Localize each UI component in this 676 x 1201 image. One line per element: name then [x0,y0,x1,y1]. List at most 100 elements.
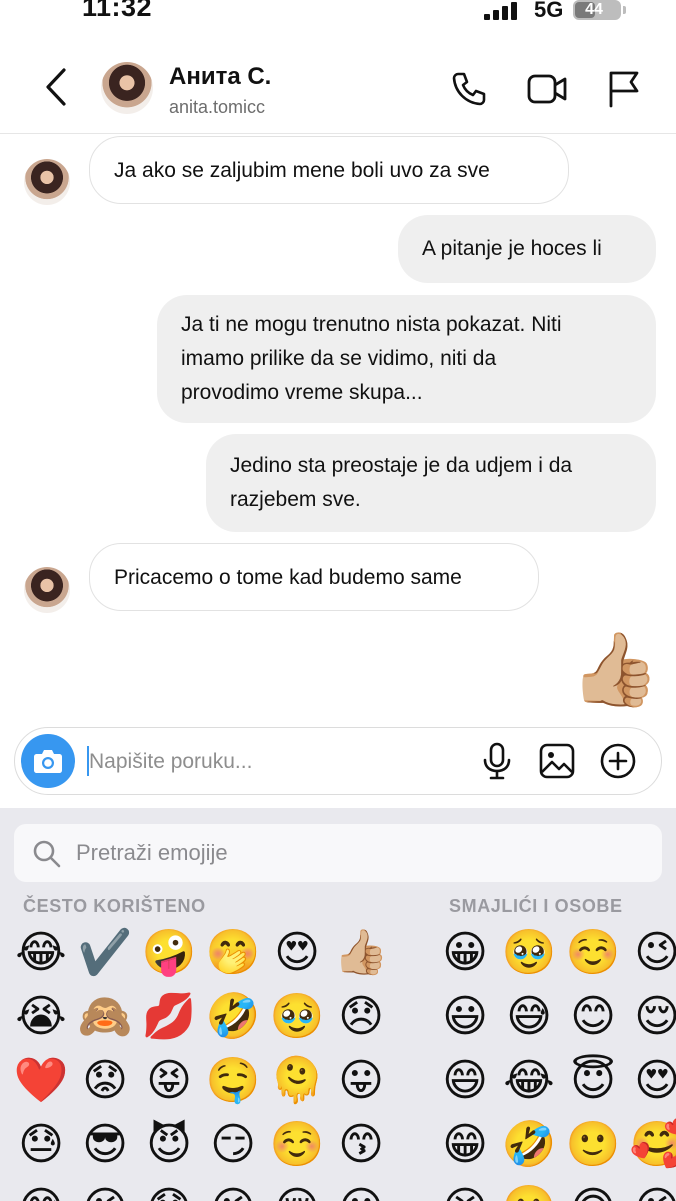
emoji-keyboard: ČESTO KORIŠTENO SMAJLIĆI I OSOBE 😂✔️🤪🤭😍👍… [0,808,676,1201]
emoji-key[interactable]: ☺️ [564,924,622,982]
emoji-key[interactable]: 🤣 [204,988,262,1046]
sender-avatar[interactable] [24,567,70,613]
flag-icon [609,71,639,108]
chat-header: Анита С. anita.tomicc [0,44,676,134]
message-text: Pricacemo o tome kad budemo same [114,566,462,589]
message-text-line: imamo prilike da se vidimo, niti da [181,347,497,370]
phone-icon [452,72,486,106]
emoji-key[interactable]: 🤤 [204,1052,262,1110]
message-text-line: Ja ti ne mogu trenutno nista pokazat. Ni… [181,313,562,336]
video-camera-icon [527,74,567,104]
gallery-button[interactable] [537,741,577,781]
emoji-key[interactable]: 😟 [76,1052,134,1110]
plus-circle-icon [600,743,636,779]
emoji-key[interactable]: 😅 [12,1180,70,1201]
emoji-key[interactable]: 😃 [332,1180,390,1201]
battery-level: 44 [585,1,603,18]
back-button[interactable] [38,64,78,110]
emoji-key[interactable]: 😙 [332,1116,390,1174]
message-input[interactable] [89,746,419,778]
message-bubble-outgoing[interactable]: A pitanje je hoces li [398,215,656,283]
video-call-button[interactable] [526,69,567,109]
thumbs-up-message[interactable]: 👍🏼 [570,630,660,710]
status-time: 11:32 [82,0,153,22]
emoji-key[interactable]: 😘 [628,1180,676,1201]
message-bubble-outgoing[interactable]: Ja ti ne mogu trenutno nista pokazat. Ni… [157,295,656,423]
camera-icon [34,750,62,773]
call-button[interactable] [449,69,489,109]
emoji-key[interactable]: 😎 [76,1116,134,1174]
battery-icon: 44 [573,0,621,20]
contact-name[interactable]: Анита С. [169,63,271,91]
emoji-key[interactable]: ☺️ [268,1116,326,1174]
message-bubble-incoming[interactable]: Ja ako se zaljubim mene boli uvo za sve [89,136,569,204]
voice-message-button[interactable] [477,741,517,781]
emoji-key[interactable]: 😱 [140,1180,198,1201]
emoji-key[interactable]: 😆 [436,1180,494,1201]
network-label: 5G [534,0,564,22]
message-text-line: Jedino sta preostaje je da udjem i da [230,454,573,477]
emoji-key[interactable]: 🙂 [564,1116,622,1174]
emoji-key[interactable]: 😄 [436,1052,494,1110]
emoji-key[interactable]: 🙃 [564,1180,622,1201]
report-button[interactable] [604,69,644,109]
emoji-key[interactable]: ❤️ [12,1052,70,1110]
message-bubble-outgoing[interactable]: Jedino sta preostaje je da udjem i da ra… [206,434,656,532]
message-text-line: razjebem sve. [230,488,361,511]
emoji-key[interactable]: 😂 [12,924,70,982]
emoji-key[interactable]: 😝 [140,1052,198,1110]
emoji-key[interactable]: 😇 [564,1052,622,1110]
emoji-key[interactable]: ✔️ [76,924,134,982]
section-label-smileys: SMAJLIĆI I OSOBE [449,896,623,916]
camera-button[interactable] [21,734,75,788]
emoji-key[interactable]: 😅 [500,988,558,1046]
emoji-key[interactable]: 🥹 [500,924,558,982]
emoji-key[interactable]: 👍🏼 [332,924,390,982]
emoji-key[interactable]: 😜 [204,1180,262,1201]
message-text: A pitanje je hoces li [422,237,602,260]
emoji-key[interactable]: 💋 [140,988,198,1046]
message-text-line: provodimo vreme skupa... [181,381,423,404]
sender-avatar[interactable] [24,159,70,205]
emoji-key[interactable]: 😓 [12,1116,70,1174]
emoji-key[interactable]: 😉 [628,924,676,982]
emoji-search-input[interactable] [76,838,636,868]
message-composer [14,727,662,795]
emoji-key[interactable]: 😌 [628,988,676,1046]
emoji-key[interactable]: 🤭 [204,924,262,982]
emoji-key[interactable]: 😍 [268,924,326,982]
emoji-key[interactable]: 🥹 [268,988,326,1046]
contact-handle[interactable]: anita.tomicc [169,97,265,118]
more-options-button[interactable] [598,741,638,781]
emoji-key[interactable]: 😀 [436,924,494,982]
emoji-key[interactable]: 😭 [12,988,70,1046]
microphone-icon [483,742,511,780]
emoji-key[interactable]: 🤣 [500,1116,558,1174]
emoji-key[interactable]: 😈 [140,1116,198,1174]
message-text: Ja ako se zaljubim mene boli uvo za sve [114,159,490,182]
emoji-key[interactable]: 🙈 [76,988,134,1046]
emoji-key[interactable]: 😍 [628,1052,676,1110]
contact-avatar[interactable] [101,62,153,114]
emoji-key[interactable]: 😞 [332,988,390,1046]
status-bar: 11:32 5G 44 [0,0,676,30]
emoji-search-bar[interactable] [14,824,662,882]
search-icon [33,840,61,868]
signal-icon [484,2,520,20]
image-icon [539,743,575,779]
emoji-key[interactable]: 🫠 [268,1052,326,1110]
emoji-key[interactable]: 😛 [332,1052,390,1110]
chevron-left-icon [46,68,66,106]
emoji-key[interactable]: 😂 [500,1052,558,1110]
emoji-key[interactable]: 😉 [76,1180,134,1201]
emoji-key[interactable]: 🤪 [140,924,198,982]
emoji-key[interactable]: 😃 [436,988,494,1046]
emoji-key[interactable]: 😁 [436,1116,494,1174]
emoji-key[interactable]: 😊 [564,988,622,1046]
emoji-key[interactable]: 😌 [268,1180,326,1201]
section-label-frequent: ČESTO KORIŠTENO [23,896,206,916]
emoji-key[interactable]: 🥰 [628,1116,676,1174]
message-bubble-incoming[interactable]: Pricacemo o tome kad budemo same [89,543,539,611]
emoji-key[interactable]: 😏 [204,1116,262,1174]
emoji-key[interactable]: 🥲 [500,1180,558,1201]
